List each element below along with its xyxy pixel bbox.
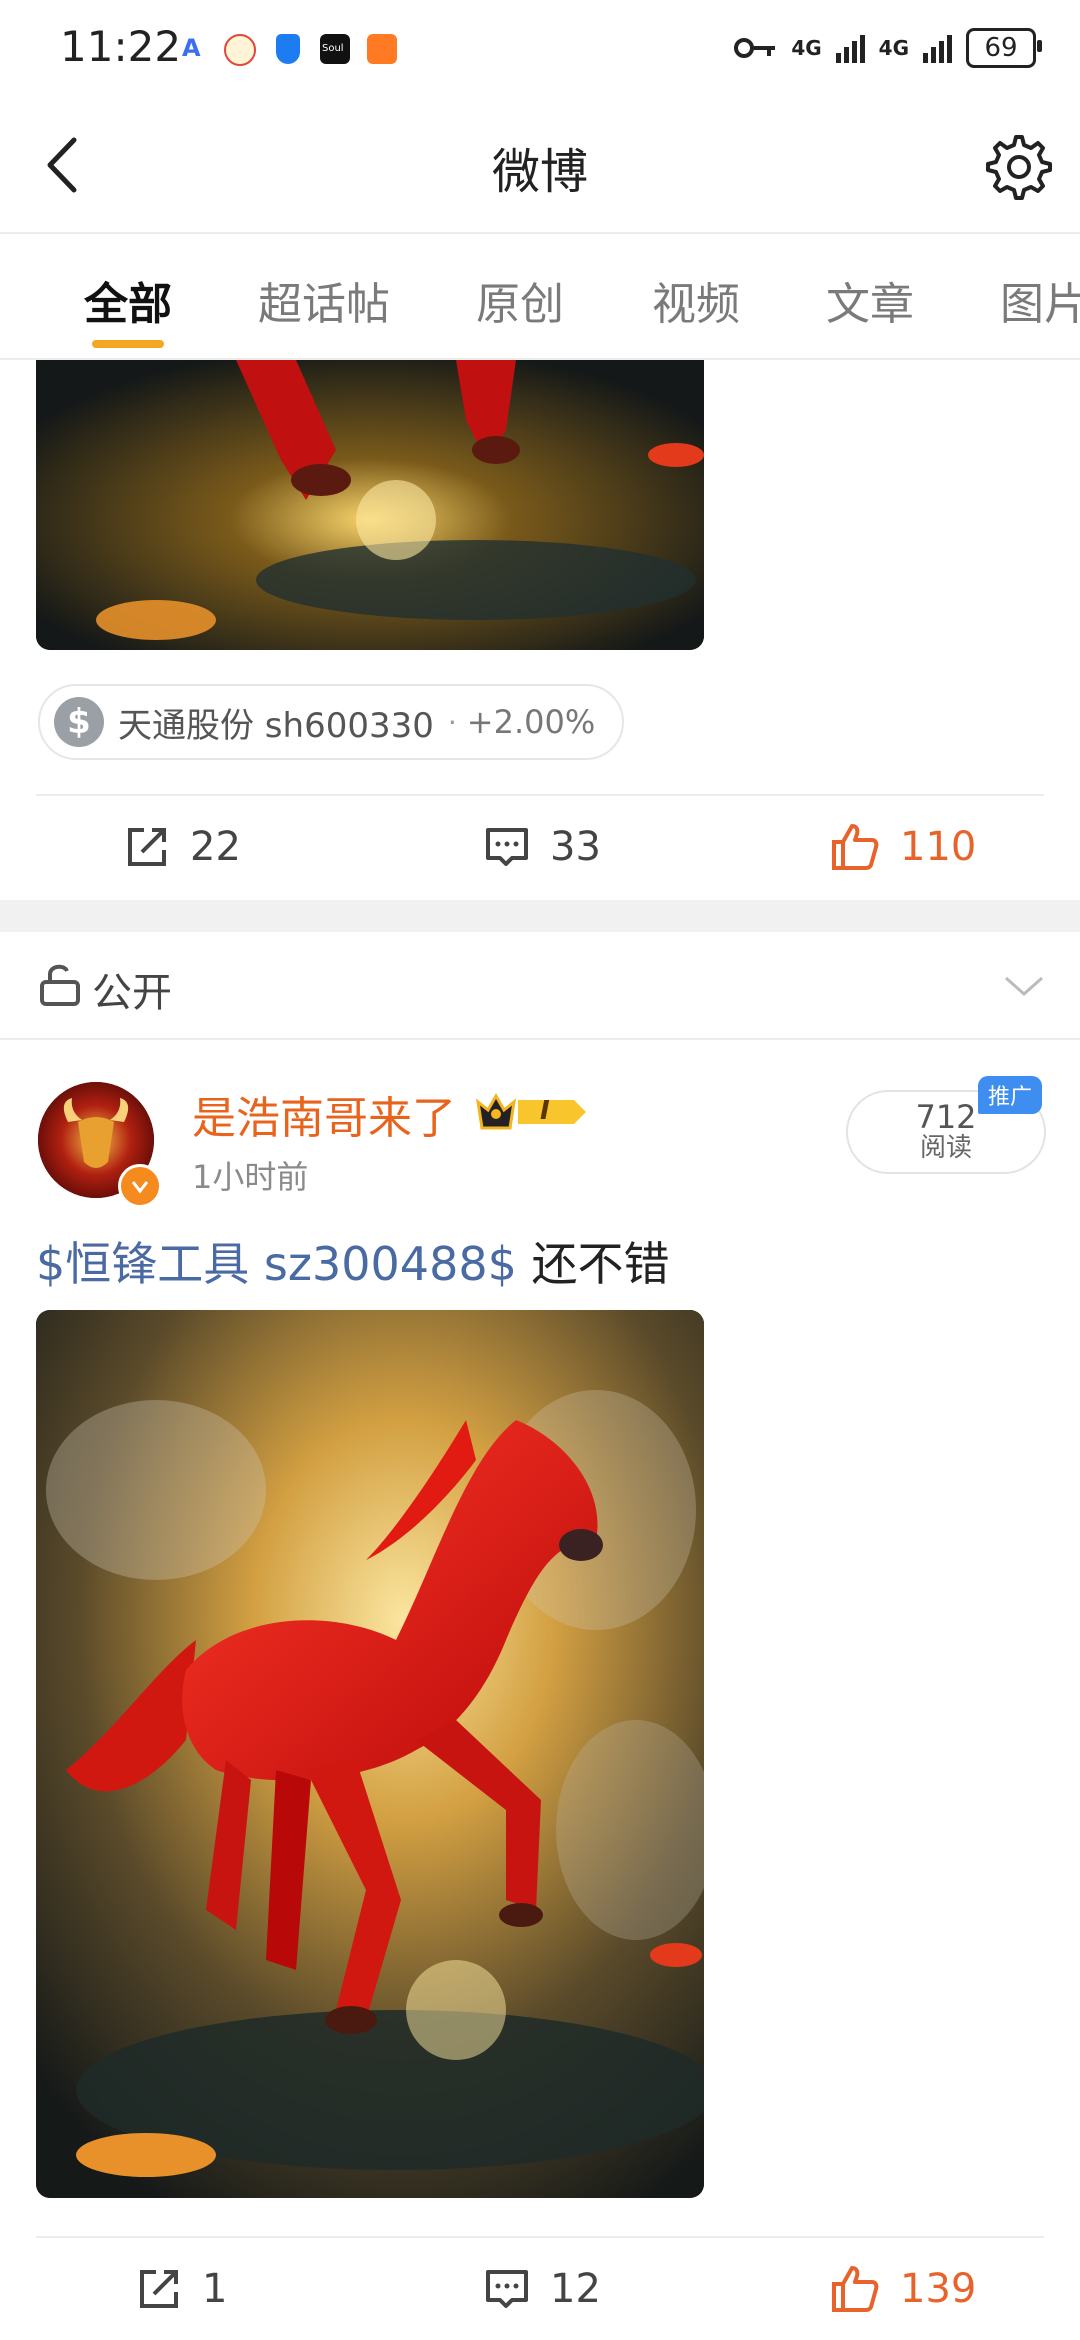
username[interactable]: 是浩南哥来了	[192, 1082, 456, 1146]
thumbs-up-icon	[832, 824, 879, 870]
like-count: 139	[900, 2266, 977, 2312]
stock-topic-link[interactable]: $恒锋工具 sz300488$	[36, 1237, 517, 1291]
crown-icon	[475, 1092, 586, 1130]
post-text: $恒锋工具 sz300488$ 还不错	[36, 1228, 670, 1294]
red-horse-painting-image	[36, 1310, 704, 2198]
stock-chip[interactable]: $ 天通股份 sh600330 · +2.00%	[38, 684, 624, 760]
visibility-label: 公开	[92, 970, 172, 1016]
stock-name: 天通股份 sh600330	[118, 705, 434, 746]
comment-icon	[486, 2270, 528, 2308]
status-time: 11:22	[60, 22, 182, 71]
tab-all[interactable]: 全部	[84, 268, 172, 332]
like-button[interactable]: 139	[830, 2264, 976, 2314]
comment-count: 12	[550, 2266, 601, 2312]
soul-notification-icon: Soul	[320, 34, 350, 64]
chevron-down-icon[interactable]	[1002, 972, 1046, 1000]
member-level-badge[interactable]: I	[475, 1090, 590, 1138]
post-body: 还不错	[516, 1237, 670, 1291]
stock-change: +2.00%	[466, 703, 596, 741]
battery-icon: 69	[966, 28, 1042, 68]
prev-post-image[interactable]	[36, 360, 704, 650]
key-icon	[734, 38, 776, 58]
post-separator	[0, 900, 1080, 932]
shield-notification-icon	[276, 34, 300, 64]
tab-supertopic[interactable]: 超话帖	[258, 268, 390, 332]
weibo-notification-icon	[224, 34, 256, 66]
network-label-2: 4G	[878, 36, 909, 60]
like-count: 110	[900, 824, 977, 870]
nav-header: 微博	[0, 100, 1080, 234]
separator-dot: ·	[447, 705, 457, 739]
visibility-row[interactable]: 公开	[0, 934, 1080, 1040]
comment-button[interactable]: 33	[484, 824, 601, 870]
like-button[interactable]: 110	[830, 822, 976, 872]
unlock-icon	[40, 964, 80, 1006]
post-image[interactable]	[36, 1310, 704, 2198]
share-button[interactable]: 22	[124, 824, 241, 870]
comment-count: 33	[550, 824, 601, 870]
promo-badge: 推广	[978, 1076, 1042, 1114]
divider	[36, 794, 1044, 796]
share-icon	[128, 828, 166, 866]
app-notification-icon	[367, 34, 397, 64]
signal-icon-1	[835, 33, 865, 63]
active-tab-indicator	[92, 340, 164, 348]
post-time: 1小时前	[192, 1158, 309, 1196]
verified-badge-icon	[118, 1164, 162, 1208]
read-label: 阅读	[919, 1133, 972, 1163]
share-count: 1	[202, 2266, 228, 2312]
gear-icon	[986, 135, 1052, 200]
accessibility-icon: A	[182, 34, 201, 62]
horse-painting-image	[36, 360, 704, 650]
share-count: 22	[190, 824, 241, 870]
filter-tabs: 全部 超话帖 原创 视频 文章 图片	[0, 234, 1080, 360]
status-bar: 11:22 A Soul 4G 4G 69	[0, 0, 1080, 100]
network-label-1: 4G	[791, 36, 822, 60]
tab-original[interactable]: 原创	[476, 268, 564, 332]
comment-button[interactable]: 12	[484, 2266, 601, 2312]
page-title: 微博	[491, 144, 588, 200]
comment-icon	[486, 828, 528, 866]
tab-article[interactable]: 文章	[826, 268, 914, 332]
divider	[36, 2236, 1044, 2238]
share-button[interactable]: 1	[136, 2266, 227, 2312]
share-icon	[140, 2270, 178, 2308]
settings-button[interactable]	[984, 132, 1054, 202]
level-text: I	[540, 1096, 550, 1126]
tab-images[interactable]: 图片	[1000, 268, 1080, 332]
signal-icon-2	[923, 33, 952, 63]
status-right: 4G 4G 69	[733, 28, 1042, 68]
battery-level: 69	[984, 33, 1018, 63]
dollar-icon: $	[54, 697, 104, 747]
tab-video[interactable]: 视频	[652, 268, 740, 332]
thumbs-up-icon	[832, 2266, 879, 2312]
